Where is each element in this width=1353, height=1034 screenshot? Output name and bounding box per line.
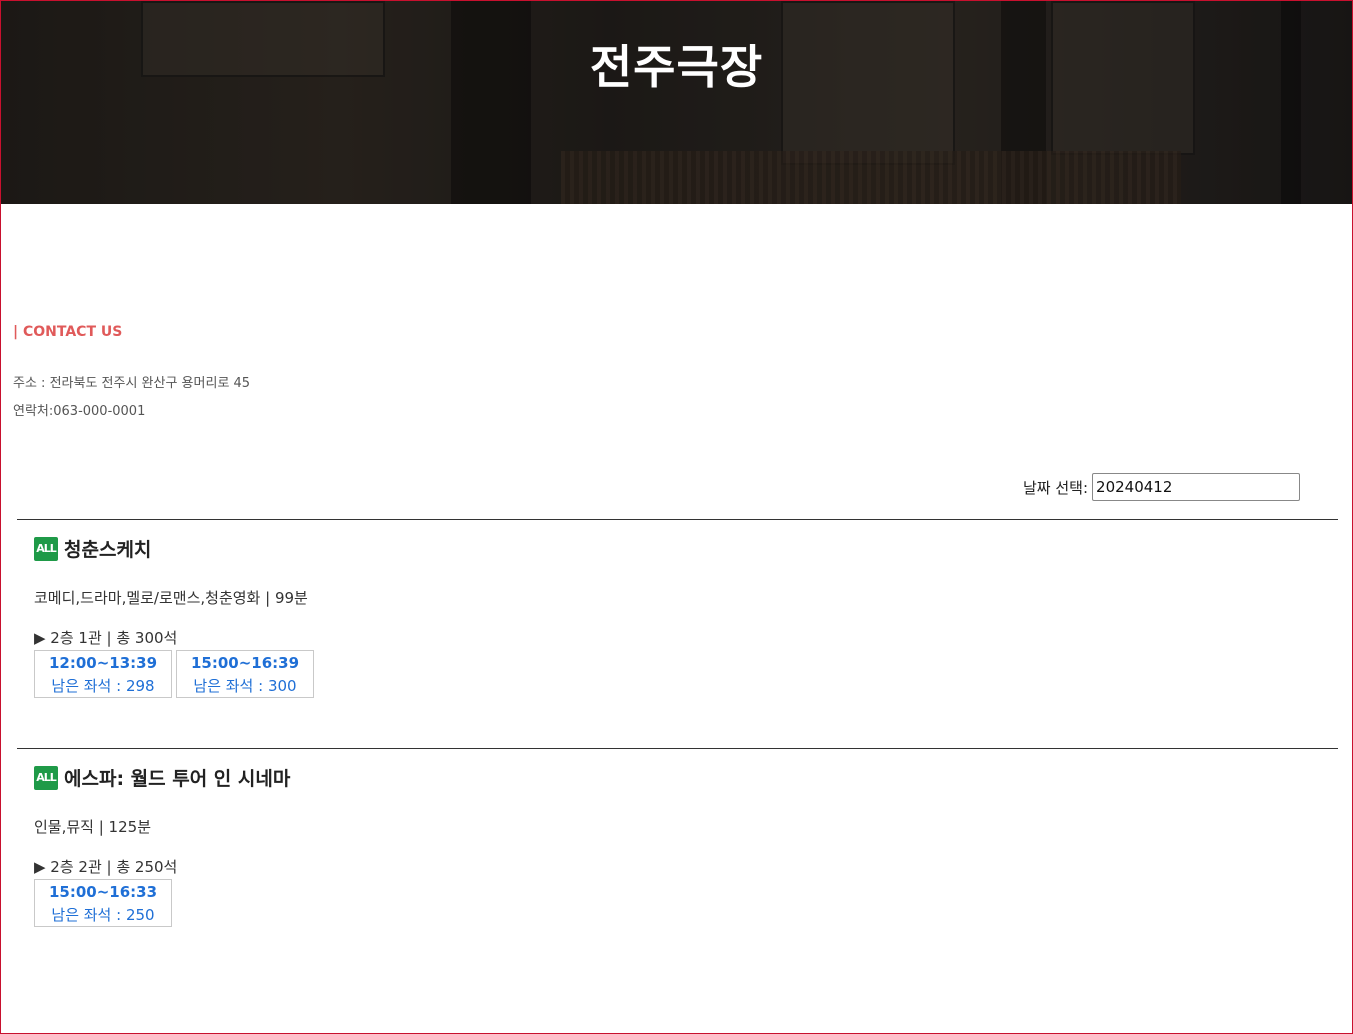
movie-title[interactable]: 청춘스케치 [64, 535, 151, 562]
page-title: 전주극장 [589, 40, 764, 94]
showtime-button[interactable]: 12:00~13:39 남은 좌석 : 298 [34, 650, 172, 698]
showtime-list: 12:00~13:39 남은 좌석 : 298 15:00~16:39 남은 좌… [34, 650, 314, 698]
address-text: 주소 : 전라북도 전주시 완산구 용머리로 45 [13, 376, 251, 391]
showtime-button[interactable]: 15:00~16:39 남은 좌석 : 300 [176, 650, 314, 698]
showtime-list: 15:00~16:33 남은 좌석 : 250 [34, 879, 172, 927]
showtime-button[interactable]: 15:00~16:33 남은 좌석 : 250 [34, 879, 172, 927]
date-picker: 날짜 선택: [1023, 473, 1301, 501]
rating-all-icon: ALL [34, 536, 58, 561]
showtime-time: 12:00~13:39 [48, 654, 158, 672]
date-input[interactable] [1092, 473, 1301, 501]
phone-text: 연락처:063-000-0001 [13, 404, 146, 419]
showtime-seats: 남은 좌석 : 250 [51, 906, 155, 924]
movie-title-row[interactable]: ALL 에스파: 월드 투어 인 시네마 [34, 764, 290, 791]
showtime-seats: 남은 좌석 : 298 [51, 677, 155, 695]
hall-info: ▶ 2층 1관 | 총 300석 [34, 629, 178, 647]
rating-all-icon: ALL [34, 765, 58, 790]
hall-info: ▶ 2층 2관 | 총 250석 [34, 858, 178, 876]
movie-genre: 인물,뮤직 | 125분 [34, 818, 151, 836]
divider [17, 519, 1338, 520]
contact-heading: | CONTACT US [13, 324, 123, 340]
divider [17, 748, 1338, 749]
movie-title-row[interactable]: ALL 청춘스케치 [34, 535, 151, 562]
date-label: 날짜 선택: [1023, 478, 1089, 497]
showtime-time: 15:00~16:39 [190, 654, 300, 672]
hero-banner: 전주극장 [1, 1, 1352, 204]
showtime-seats: 남은 좌석 : 300 [193, 677, 297, 695]
showtime-time: 15:00~16:33 [48, 883, 158, 901]
movie-title[interactable]: 에스파: 월드 투어 인 시네마 [64, 764, 290, 791]
movie-genre: 코메디,드라마,멜로/로맨스,청춘영화 | 99분 [34, 589, 308, 607]
